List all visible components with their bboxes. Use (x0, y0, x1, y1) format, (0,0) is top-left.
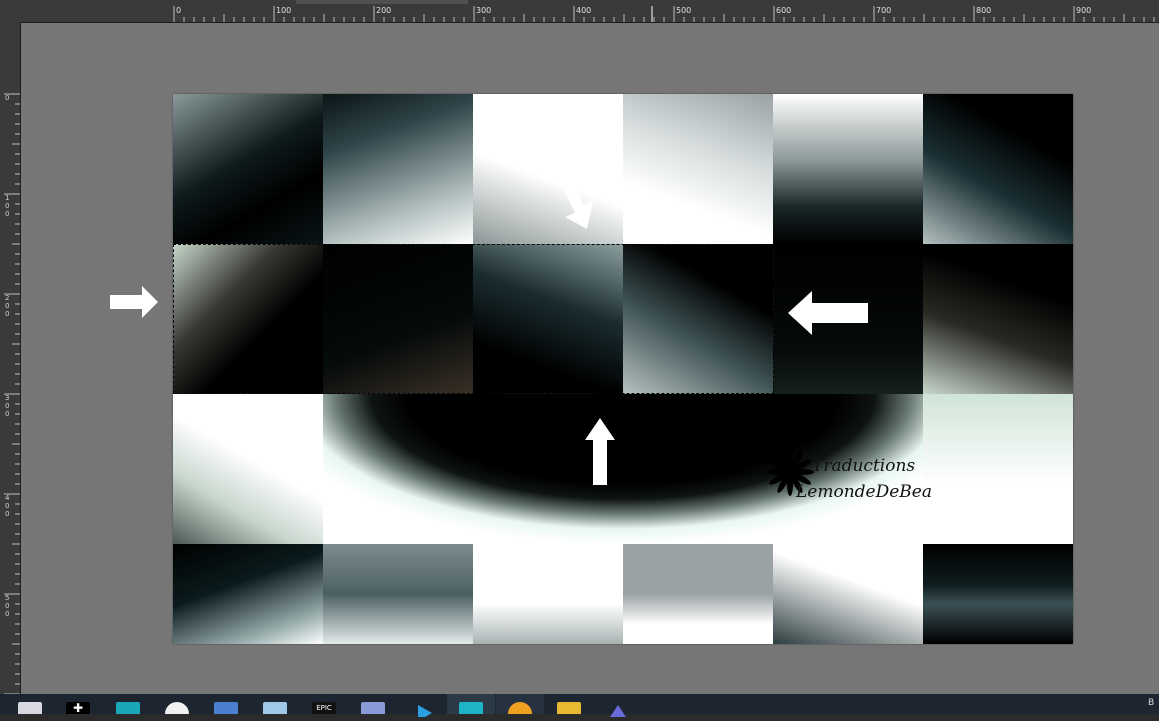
tile (623, 544, 773, 644)
blue-app-icon[interactable] (606, 702, 630, 717)
vertical-ruler-ticks (4, 93, 20, 694)
red-swoosh-icon[interactable] (165, 702, 189, 714)
tile (173, 544, 323, 644)
tile (923, 544, 1073, 644)
watermark-line-2: LemondeDeBea (796, 482, 932, 502)
ruler-ticks: 0 100 200 300 400 500 600 700 800 900 (173, 6, 1155, 22)
ruler-label: 800 (976, 6, 991, 15)
tile (173, 94, 323, 244)
teal-app-icon[interactable] (116, 702, 140, 714)
ruler-label: 400 (576, 6, 591, 15)
arrow-down-right-icon (559, 175, 593, 229)
tile (773, 94, 923, 244)
tile (923, 244, 1073, 394)
watermark: Traductions LemondeDeBea (766, 448, 946, 508)
horizontal-ruler[interactable]: 0 100 200 300 400 500 600 700 800 900 (0, 0, 1159, 23)
ruler-label-200: 2 0 0 (5, 294, 10, 318)
arrow-up-icon (585, 418, 615, 485)
ruler-label: 100 (276, 6, 291, 15)
tile (323, 544, 473, 644)
tile (323, 94, 473, 244)
taskbar: ✚ EPIC B (0, 694, 1159, 721)
document-icon[interactable] (214, 702, 238, 714)
image-canvas[interactable] (173, 94, 1073, 644)
ruler-label: 700 (876, 6, 891, 15)
tile (623, 94, 773, 244)
ruler-label-300: 3 0 0 (5, 394, 10, 418)
ruler-label-500: 5 0 0 (5, 594, 10, 618)
tile (923, 94, 1073, 244)
eraser-icon[interactable] (263, 702, 287, 714)
tile (173, 244, 323, 394)
tile (473, 244, 623, 394)
ruler-label: 500 (676, 6, 691, 15)
tile (173, 394, 323, 544)
arrow-left-icon (788, 291, 868, 335)
media-player-icon[interactable] (412, 702, 436, 721)
tile (623, 244, 773, 394)
folder-icon[interactable] (557, 702, 581, 714)
tile (323, 244, 473, 394)
tray-text: B (1148, 698, 1155, 708)
ruler-label-0: 0 (5, 94, 10, 102)
ruler-label-100: 1 0 0 (5, 194, 10, 218)
ruler-label: 200 (376, 6, 391, 15)
ruler-label: 0 (176, 6, 181, 15)
image-viewer-icon[interactable] (361, 702, 385, 714)
black-plus-icon[interactable]: ✚ (66, 702, 90, 714)
vertical-ruler[interactable]: 0 1 0 0 2 0 0 3 0 0 4 0 0 5 0 0 (0, 22, 21, 694)
screenshot-icon[interactable] (459, 702, 483, 714)
ruler-label: 900 (1076, 6, 1091, 15)
ruler-label-400: 4 0 0 (5, 494, 10, 518)
tile (773, 544, 923, 644)
arrow-right-icon (110, 286, 158, 318)
ruler-label: 600 (776, 6, 791, 15)
epic-games-icon[interactable]: EPIC (312, 702, 336, 714)
watermark-line-1: Traductions (812, 456, 916, 476)
photo-editor-icon[interactable] (18, 702, 42, 714)
tile (473, 544, 623, 644)
ruler-label: 300 (476, 6, 491, 15)
